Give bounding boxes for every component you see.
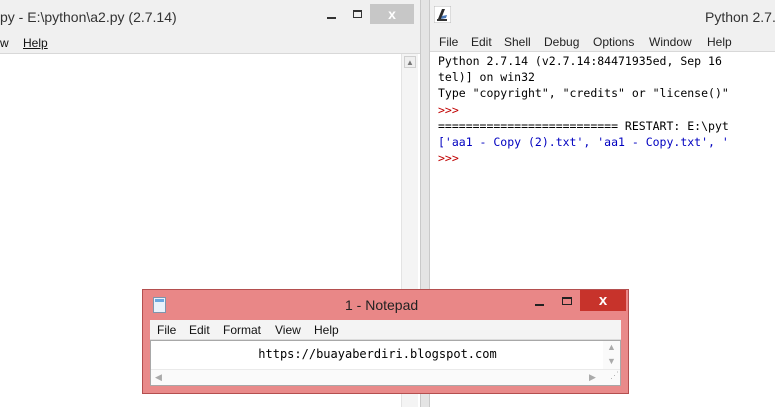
notepad-icon — [153, 297, 166, 313]
menu-help[interactable]: Help — [23, 36, 48, 50]
notepad-title-bar[interactable]: 1 - Notepad x — [143, 290, 628, 320]
editor-minimize-button[interactable] — [318, 4, 344, 24]
minimize-icon — [326, 17, 336, 19]
notepad-close-button[interactable]: x — [580, 290, 626, 311]
editor-maximize-button[interactable] — [344, 4, 370, 24]
menu-file[interactable]: File — [439, 35, 458, 49]
shell-line: ========================== RESTART: E:\p… — [438, 118, 729, 133]
scroll-down-icon[interactable]: ▼ — [607, 356, 616, 366]
menu-shell[interactable]: Shell — [504, 35, 531, 49]
shell-line: ['aa1 - Copy (2).txt', 'aa1 - Copy.txt',… — [438, 134, 729, 149]
notepad-horizontal-scrollbar[interactable]: ◀ ▶ ⋰ — [151, 369, 620, 385]
shell-output-area[interactable]: Python 2.7.14 (v2.7.14:84471935ed, Sep 1… — [438, 53, 775, 166]
notepad-text-area[interactable]: https://buayaberdiri.blogspot.com ▲ ▼ ◀ … — [150, 340, 621, 386]
notepad-minimize-button[interactable] — [526, 290, 553, 311]
editor-menu-bar: w Help — [0, 32, 420, 54]
menu-format[interactable]: Format — [223, 323, 261, 337]
notepad-window: 1 - Notepad x File Edit Format View Help… — [142, 289, 629, 394]
editor-title-bar[interactable]: py - E:\python\a2.py (2.7.14) x — [0, 0, 420, 32]
menu-file[interactable]: File — [157, 323, 176, 337]
shell-line: tel)] on win32 — [438, 70, 535, 85]
shell-title-bar[interactable]: Python 2.7. — [430, 0, 775, 32]
menu-edit[interactable]: Edit — [189, 323, 210, 337]
menu-window[interactable]: Window — [649, 35, 692, 49]
notepad-menu-bar: File Edit Format View Help — [150, 320, 621, 340]
notepad-maximize-button[interactable] — [553, 290, 580, 311]
shell-line: Type "copyright", "credits" or "license(… — [438, 86, 729, 101]
maximize-icon — [561, 296, 572, 305]
editor-window-controls: x — [318, 4, 414, 24]
shell-title: Python 2.7. — [705, 9, 775, 25]
menu-debug[interactable]: Debug — [544, 35, 579, 49]
shell-menu-bar: File Edit Shell Debug Options Window Hel… — [430, 32, 775, 52]
menu-view[interactable]: View — [275, 323, 301, 337]
menu-edit[interactable]: Edit — [471, 35, 492, 49]
python-feather-icon — [434, 6, 451, 23]
close-icon: x — [388, 6, 396, 22]
notepad-vertical-scrollbar[interactable]: ▲ ▼ — [603, 341, 620, 370]
minimize-icon — [535, 303, 544, 306]
shell-line: Python 2.7.14 (v2.7.14:84471935ed, Sep 1… — [438, 54, 722, 68]
menu-window[interactable]: w — [0, 36, 9, 50]
notepad-window-controls: x — [526, 290, 626, 311]
scroll-up-icon[interactable]: ▲ — [607, 342, 616, 352]
close-icon: x — [598, 292, 608, 309]
shell-line: >>> — [438, 102, 459, 117]
editor-close-button[interactable]: x — [370, 4, 414, 24]
shell-line: >>> — [438, 151, 459, 166]
resize-grip-icon[interactable]: ⋰ — [605, 370, 619, 384]
notepad-title: 1 - Notepad — [345, 297, 419, 313]
menu-options[interactable]: Options — [593, 35, 634, 49]
scroll-left-icon[interactable]: ◀ — [155, 372, 162, 383]
notepad-content[interactable]: https://buayaberdiri.blogspot.com — [151, 347, 604, 361]
scroll-right-icon[interactable]: ▶ — [589, 372, 596, 383]
maximize-icon — [352, 10, 362, 18]
menu-help[interactable]: Help — [707, 35, 732, 49]
editor-title: py - E:\python\a2.py (2.7.14) — [0, 9, 177, 25]
scroll-up-icon[interactable]: ▲ — [404, 56, 416, 68]
menu-help[interactable]: Help — [314, 323, 339, 337]
